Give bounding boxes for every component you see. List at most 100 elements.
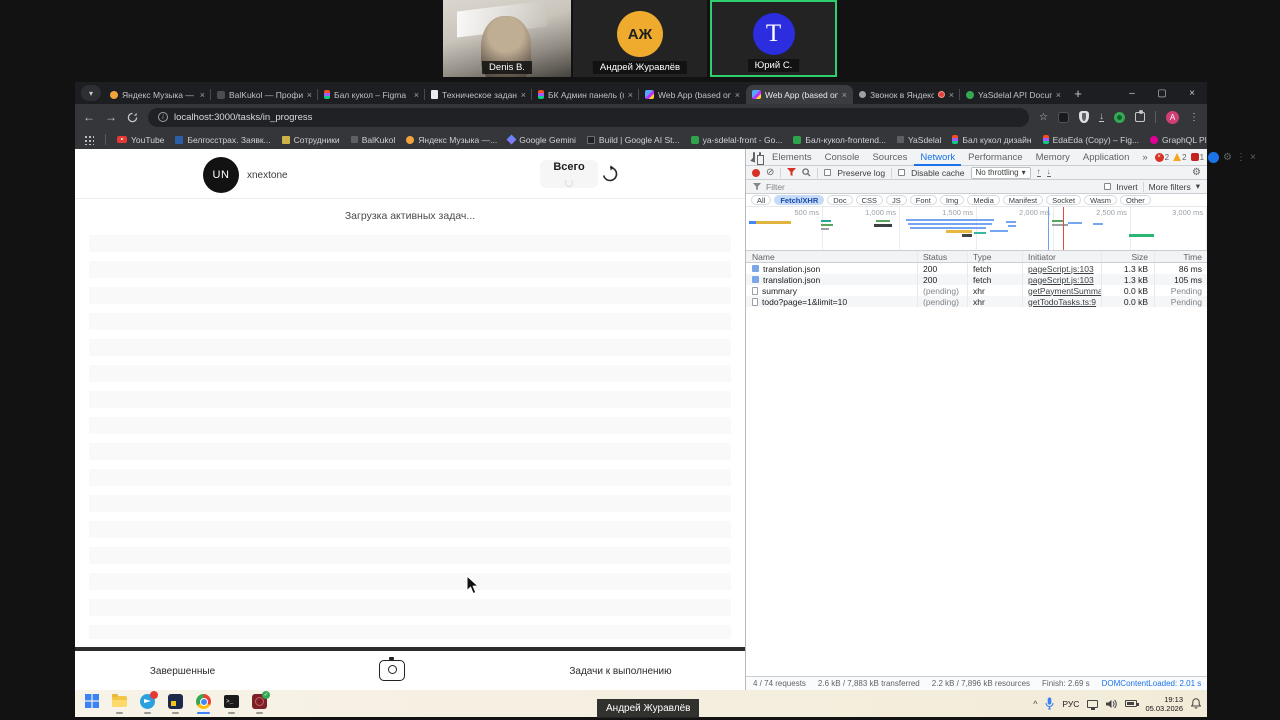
side-panel-icon[interactable] — [1058, 112, 1069, 123]
volume-icon[interactable] — [1106, 699, 1117, 709]
downloads-icon[interactable]: ↓ — [1099, 112, 1104, 122]
network-timeline-overview[interactable]: 500 ms 1,000 ms 1,500 ms 2,000 ms 2,500 … — [746, 207, 1207, 251]
bookmark-graphql-playground[interactable]: GraphQL Playground — [1150, 135, 1207, 145]
request-row[interactable]: summary (pending) xhr getPaymentSummary.… — [746, 285, 1207, 296]
tab-balkukol-profile[interactable]: BalKukol — Профиль× — [211, 85, 318, 104]
tab-close-icon[interactable]: × — [414, 90, 419, 100]
tab-web-app-active[interactable]: Web App (based on× — [746, 85, 853, 104]
inspect-element-icon[interactable] — [753, 152, 755, 162]
devtools-tab-sources[interactable]: Sources — [866, 149, 913, 166]
initiator-link[interactable]: getPaymentSummary.ts:31 — [1028, 286, 1101, 296]
export-har-icon[interactable]: ↓ — [1047, 168, 1051, 177]
sync-icon[interactable] — [1208, 152, 1219, 163]
telegram-button[interactable] — [139, 693, 156, 714]
filter-pill-fetch-xhr[interactable]: Fetch/XHR — [774, 195, 824, 205]
initiator-link[interactable]: getTodoTasks.ts:9 — [1028, 297, 1096, 307]
app-button[interactable] — [167, 693, 184, 714]
initiator-link[interactable]: pageScript.js:103 — [1028, 275, 1094, 285]
more-filters-button[interactable]: More filters — [1149, 182, 1191, 192]
tab-close-icon[interactable]: × — [842, 90, 847, 100]
reload-button[interactable] — [127, 112, 138, 123]
forward-button[interactable]: → — [105, 111, 117, 123]
tab-close-icon[interactable]: × — [521, 90, 526, 100]
bookmark-bal-kukol-frontend[interactable]: Бал-кукол-frontend... — [793, 135, 886, 145]
tab-web-app-1[interactable]: Web App (based on× — [639, 85, 746, 104]
filter-pill-css[interactable]: CSS — [856, 195, 883, 205]
file-explorer-button[interactable] — [111, 693, 128, 714]
warning-badge[interactable]: 2 — [1173, 153, 1186, 162]
filter-pill-manifest[interactable]: Manifest — [1003, 195, 1043, 205]
throttling-dropdown[interactable]: No throttling▾ — [971, 167, 1031, 179]
column-name[interactable]: Name — [746, 252, 917, 262]
address-bar[interactable]: i localhost:3000/tasks/in_progress — [148, 108, 1029, 127]
tab-yasdelal-api[interactable]: YaSdelal API Docume× — [960, 85, 1067, 104]
bookmark-bal-kukol-design[interactable]: Бал кукол дизайн — [952, 135, 1031, 145]
tab-close-icon[interactable]: × — [307, 90, 312, 100]
devtools-settings-icon[interactable]: ⚙ — [1223, 152, 1232, 163]
back-button[interactable]: ← — [83, 111, 95, 123]
video-tile-denis[interactable]: Denis B. — [443, 0, 571, 77]
app-button-2[interactable]: ✓ — [251, 693, 268, 714]
video-tile-andrey[interactable]: АЖ Андрей Журавлёв — [573, 0, 707, 77]
refresh-button[interactable] — [601, 165, 619, 183]
devtools-tab-application[interactable]: Application — [1077, 149, 1135, 166]
tab-close-icon[interactable]: × — [1056, 90, 1061, 100]
start-button[interactable] — [83, 693, 100, 714]
column-type[interactable]: Type — [967, 251, 1022, 262]
notifications-bell-icon[interactable] — [1191, 698, 1201, 709]
window-close-button[interactable]: × — [1177, 82, 1207, 104]
extension-icon[interactable] — [1114, 112, 1125, 123]
filter-pill-socket[interactable]: Socket — [1046, 195, 1081, 205]
bookmark-belgosstrah[interactable]: Белгосстрах. Заявк... — [175, 135, 270, 145]
maximize-button[interactable]: ▢ — [1147, 82, 1177, 104]
filter-pill-font[interactable]: Font — [910, 195, 937, 205]
apps-grid-icon[interactable] — [84, 135, 94, 145]
disable-cache-checkbox[interactable] — [898, 169, 905, 176]
bookmark-star-icon[interactable]: ☆ — [1039, 112, 1048, 123]
filter-pill-img[interactable]: Img — [940, 195, 965, 205]
filter-funnel-icon[interactable] — [787, 168, 796, 177]
search-icon[interactable] — [802, 168, 811, 177]
filter-pill-js[interactable]: JS — [886, 195, 907, 205]
column-time[interactable]: Time — [1154, 251, 1208, 262]
tray-expand-chevron[interactable]: ^ — [1033, 699, 1037, 709]
column-initiator[interactable]: Initiator — [1022, 251, 1101, 262]
bookmark-google-ai[interactable]: Build | Google AI St... — [587, 135, 680, 145]
minimize-button[interactable]: – — [1117, 82, 1147, 104]
user-avatar[interactable]: UN — [203, 157, 239, 193]
microphone-icon[interactable] — [1045, 697, 1054, 710]
camera-icon[interactable] — [379, 660, 405, 681]
display-icon[interactable] — [1087, 700, 1098, 708]
tab-figma-bal-kukol[interactable]: Бал кукол – Figma× — [318, 85, 425, 104]
network-settings-icon[interactable]: ⚙ — [1192, 167, 1201, 178]
devtools-tab-memory[interactable]: Memory — [1030, 149, 1076, 166]
tab-bk-admin[interactable]: БК Админ панель (п× — [532, 85, 639, 104]
nav-todo[interactable]: Задачи к выполнению — [563, 666, 678, 677]
tab-close-icon[interactable]: × — [735, 90, 740, 100]
tab-close-icon[interactable]: × — [200, 90, 205, 100]
request-row[interactable]: translation.json 200 fetch pageScript.js… — [746, 274, 1207, 285]
filter-pill-all[interactable]: All — [751, 195, 771, 205]
bookmark-edaeda[interactable]: EdaEda (Copy) – Fig... — [1043, 135, 1139, 145]
clear-network-log-icon[interactable]: ⊘ — [766, 168, 774, 178]
chrome-button[interactable] — [195, 693, 212, 714]
request-row[interactable]: todo?page=1&limit=10 (pending) xhr getTo… — [746, 296, 1207, 307]
bookmark-yasdelal[interactable]: YaSdelal — [897, 135, 941, 145]
device-toolbar-icon[interactable] — [759, 152, 761, 163]
language-indicator[interactable]: РУС — [1062, 699, 1079, 709]
initiator-link[interactable]: pageScript.js:103 — [1028, 264, 1094, 274]
browser-menu-icon[interactable]: ⋮ — [1189, 112, 1199, 123]
extensions-puzzle-icon[interactable] — [1135, 112, 1145, 122]
site-info-icon[interactable]: i — [158, 112, 168, 122]
tab-close-icon[interactable]: × — [949, 90, 954, 100]
battery-icon[interactable] — [1125, 700, 1137, 707]
devtools-tab-elements[interactable]: Elements — [766, 149, 818, 166]
record-button[interactable] — [752, 169, 760, 177]
bookmark-sotrudniki[interactable]: Сотрудники — [282, 135, 340, 145]
filter-pill-doc[interactable]: Doc — [827, 195, 852, 205]
new-tab-button[interactable]: + — [1067, 86, 1089, 101]
issues-badge[interactable]: 1 — [1191, 153, 1204, 162]
devtools-menu-icon[interactable]: ⋮ — [1236, 152, 1246, 163]
invert-checkbox[interactable] — [1104, 183, 1111, 190]
adblock-extension-icon[interactable] — [1079, 111, 1089, 123]
